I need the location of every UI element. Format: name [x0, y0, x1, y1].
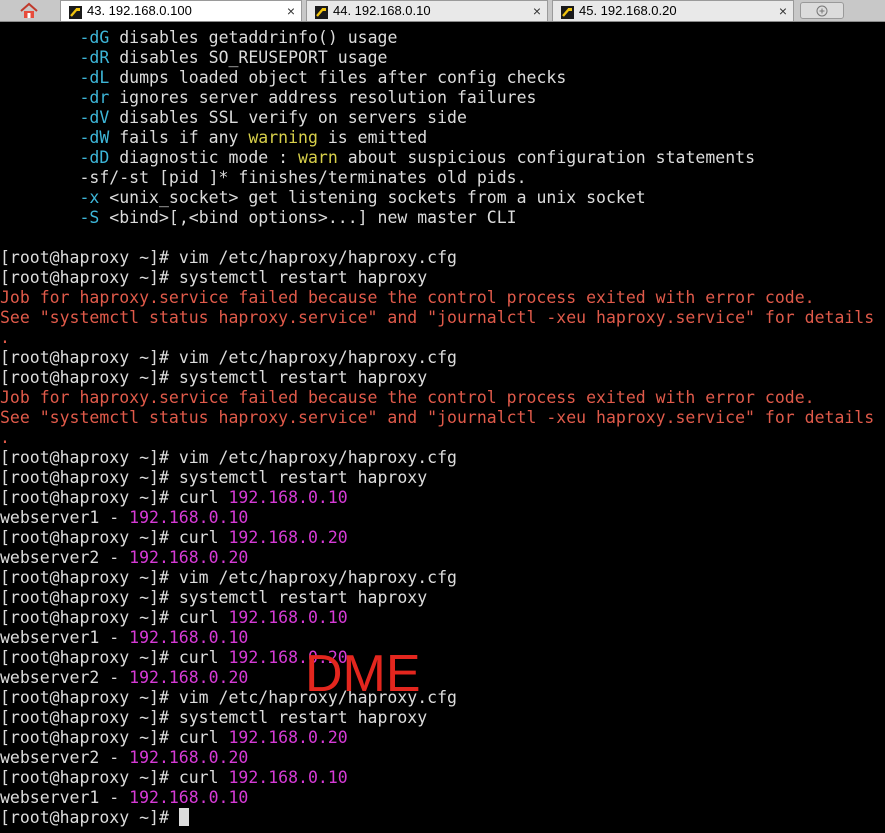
close-icon[interactable]: × — [533, 1, 541, 21]
error-line: Job for haproxy.service failed because t… — [0, 288, 815, 307]
help-line: -sf/-st [pid ]* finishes/terminates old … — [79, 168, 527, 187]
help-line: -dR disables SO_REUSEPORT usage — [79, 48, 388, 67]
new-tab-button[interactable] — [800, 2, 844, 19]
close-icon[interactable]: × — [287, 1, 295, 21]
command-line: [root@haproxy ~]# systemctl restart hapr… — [0, 588, 428, 607]
terminal-output[interactable]: -dG disables getaddrinfo() usage -dR dis… — [0, 28, 885, 833]
help-line: -dL dumps loaded object files after conf… — [79, 68, 567, 87]
error-line: . — [0, 428, 10, 447]
help-line: -dW fails if any warning is emitted — [79, 128, 428, 147]
output-line: webserver2 - 192.168.0.20 — [0, 548, 249, 567]
output-line: webserver1 - 192.168.0.10 — [0, 508, 249, 527]
help-line: -x <unix_socket> get listening sockets f… — [79, 188, 646, 207]
command-line: [root@haproxy ~]# vim /etc/haproxy/hapro… — [0, 688, 457, 707]
command-line: [root@haproxy ~]# systemctl restart hapr… — [0, 708, 428, 727]
error-line: See "systemctl status haproxy.service" a… — [0, 308, 875, 327]
command-line[interactable]: [root@haproxy ~]# — [0, 808, 885, 828]
tab-label: 44. 192.168.0.10 — [333, 3, 431, 18]
tab-session-43[interactable]: 43. 192.168.0.100 × — [60, 0, 302, 21]
terminal-icon — [315, 5, 328, 19]
help-line: -dV disables SSL verify on servers side — [79, 108, 467, 127]
help-line: -S <bind>[,<bind options>...] new master… — [79, 208, 517, 227]
tab-session-45[interactable]: 45. 192.168.0.20 × — [552, 0, 794, 21]
command-line: [root@haproxy ~]# vim /etc/haproxy/hapro… — [0, 248, 457, 267]
command-line: [root@haproxy ~]# curl 192.168.0.20 — [0, 728, 348, 747]
new-tab-icon — [816, 5, 828, 16]
tab-label: 43. 192.168.0.100 — [87, 3, 192, 18]
error-line: See "systemctl status haproxy.service" a… — [0, 408, 875, 427]
close-icon[interactable]: × — [779, 1, 787, 21]
command-line: [root@haproxy ~]# curl 192.168.0.20 — [0, 648, 348, 667]
command-line: [root@haproxy ~]# curl 192.168.0.10 — [0, 488, 348, 507]
error-line: . — [0, 328, 10, 347]
command-line: [root@haproxy ~]# curl 192.168.0.10 — [0, 608, 348, 627]
help-line: -dD diagnostic mode : warn about suspici… — [79, 148, 756, 167]
terminal-icon — [561, 5, 574, 19]
output-line: webserver2 - 192.168.0.20 — [0, 748, 249, 767]
tab-bar: 43. 192.168.0.100 × 44. 192.168.0.10 × 4… — [0, 0, 885, 22]
home-icon[interactable] — [18, 2, 40, 20]
help-line: -dG disables getaddrinfo() usage — [79, 28, 398, 47]
terminal-icon — [69, 5, 82, 19]
command-line: [root@haproxy ~]# systemctl restart hapr… — [0, 368, 428, 387]
command-line: [root@haproxy ~]# vim /etc/haproxy/hapro… — [0, 568, 457, 587]
command-line: [root@haproxy ~]# curl 192.168.0.10 — [0, 768, 348, 787]
help-line: -dr ignores server address resolution fa… — [79, 88, 537, 107]
output-line: webserver1 - 192.168.0.10 — [0, 788, 249, 807]
command-line: [root@haproxy ~]# vim /etc/haproxy/hapro… — [0, 448, 457, 467]
command-line: [root@haproxy ~]# systemctl restart hapr… — [0, 268, 428, 287]
output-line: webserver2 - 192.168.0.20 — [0, 668, 249, 687]
command-line: [root@haproxy ~]# curl 192.168.0.20 — [0, 528, 348, 547]
error-line: Job for haproxy.service failed because t… — [0, 388, 815, 407]
command-line: [root@haproxy ~]# systemctl restart hapr… — [0, 468, 428, 487]
tab-label: 45. 192.168.0.20 — [579, 3, 677, 18]
text-cursor — [178, 808, 189, 826]
output-line: webserver1 - 192.168.0.10 — [0, 628, 249, 647]
tab-session-44[interactable]: 44. 192.168.0.10 × — [306, 0, 548, 21]
command-line: [root@haproxy ~]# vim /etc/haproxy/hapro… — [0, 348, 457, 367]
